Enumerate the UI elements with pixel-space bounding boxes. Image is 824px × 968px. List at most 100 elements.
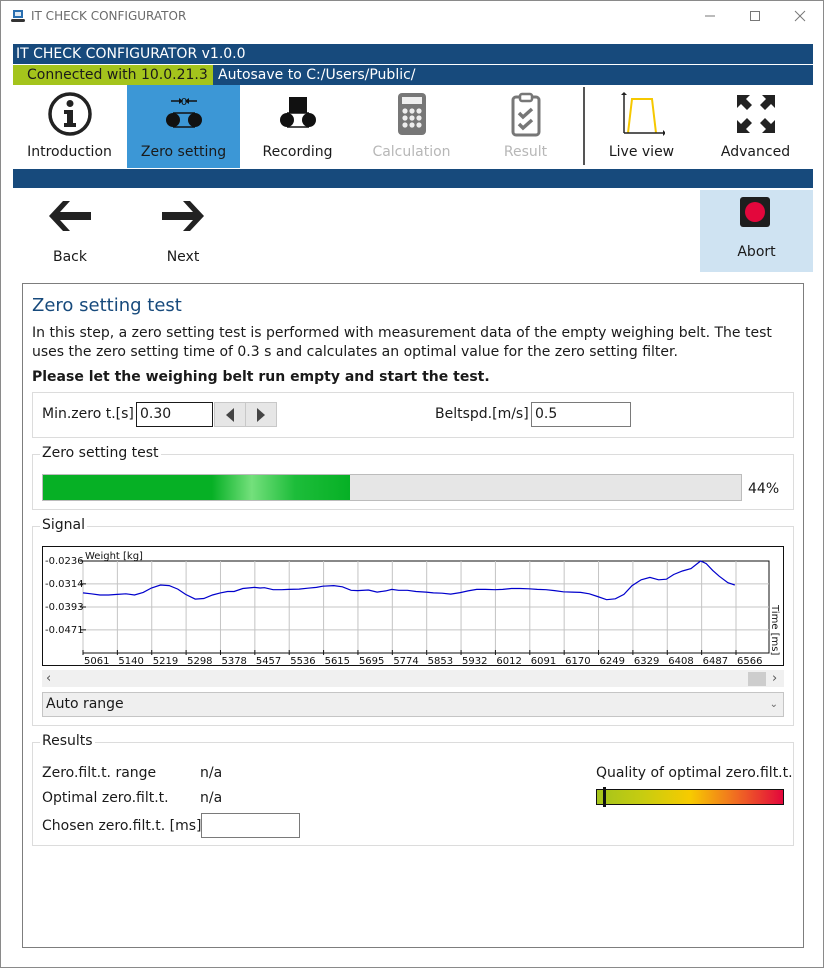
signal-group-title: Signal [40,517,88,533]
connection-status: Connected with 10.0.21.3 [13,65,213,85]
info-icon [47,92,92,136]
parameters-group: Min.zero t.[s] 0.30 Beltspd.[m/s] 0.5 [32,392,794,438]
back-button[interactable]: Back [20,189,120,271]
title-bar: IT CHECK CONFIGURATOR [1,1,823,33]
signal-chart-svg: 5061 5140 5219 5298 5378 5457 5536 5615 5695 5774… [45,551,780,667]
quality-marker [602,787,606,807]
quality-label: Quality of optimal zero.filt.t. [596,765,793,781]
scrollbar-thumb[interactable] [748,672,766,686]
close-button[interactable] [777,1,823,31]
x-tick-label: 5457 [256,656,281,665]
toolbar-underline [13,169,813,188]
x-tick-label: 5774 [393,656,418,665]
window-title: IT CHECK CONFIGURATOR [31,9,187,23]
tab-label: Result [503,144,548,160]
tab-label: Zero setting [140,144,227,160]
x-axis-label: Time [ms] [769,604,780,656]
step-description: In this step, a zero setting test is per… [32,325,772,360]
range-label: Zero.filt.t. range [42,765,157,781]
maximize-icon [750,11,760,21]
y-tick-label: -0.0471 [45,625,84,636]
belt-zero-icon: 0 [165,97,202,128]
decrement-button[interactable] [214,402,246,427]
x-tick-label: 5061 [84,656,109,665]
main-toolbar: Introduction 0 Zero setting Recording Ca… [13,85,813,168]
next-button[interactable]: Next [133,189,233,271]
expand-icon [736,95,775,133]
autosave-path: Autosave to C:/Users/Public/ [218,67,416,83]
maximize-button[interactable] [732,1,778,31]
app-banner: IT CHECK CONFIGURATOR v1.0.0 [13,44,813,64]
progress-fill [43,475,351,500]
tab-label: Introduction [27,144,112,160]
optimal-value: n/a [200,790,223,806]
abort-label: Abort [737,244,776,260]
tab-advanced[interactable]: Advanced [699,85,812,168]
back-label: Back [53,249,87,265]
record-stop-icon [740,197,770,227]
progress-percent: 44% [748,481,780,497]
next-label: Next [166,249,200,265]
scroll-left-icon[interactable]: ‹ [46,670,51,687]
increment-button[interactable] [245,402,277,427]
app-logo-icon [11,10,25,22]
tab-label: Recording [262,144,333,160]
triangle-right-icon [257,407,265,422]
signal-chart: 5061 5140 5219 5298 5378 5457 5536 5615 5695 5774… [42,546,784,667]
tab-calculation[interactable]: Calculation [355,85,468,168]
y-tick-label: -0.0236 [45,556,84,567]
tab-live-view[interactable]: Live view [585,85,698,168]
range-select[interactable]: Auto range ⌄ [42,692,784,717]
tab-label: Advanced [720,144,791,160]
min-zero-input[interactable]: 0.30 [136,402,213,427]
x-tick-label: 5298 [187,656,212,665]
range-select-value: Auto range [46,696,124,712]
arrow-left-icon [49,201,91,231]
tab-label: Live view [608,144,675,160]
chosen-filter-input[interactable] [201,813,300,838]
main-panel: Zero setting test In this step, a zero s… [22,283,804,948]
x-tick-label: 5378 [221,656,246,665]
x-tick-label: 6249 [600,656,625,665]
step-instruction: Please let the weighing belt run empty a… [32,369,490,385]
tab-introduction[interactable]: Introduction [13,85,126,168]
belt-load-icon [279,97,316,128]
range-value: n/a [200,765,223,781]
close-icon [794,10,806,22]
tab-result[interactable]: Result [469,85,582,168]
results-group: Results Zero.filt.t. range n/a Optimal z… [32,733,794,846]
clipboard-check-icon [511,92,540,137]
minimize-button[interactable] [687,1,733,31]
x-tick-label: 6170 [565,656,590,665]
abort-button[interactable]: Abort [700,190,813,272]
svg-text:0: 0 [180,97,186,108]
progress-group-title: Zero setting test [40,445,161,461]
optimal-label: Optimal zero.filt.t. [42,790,169,806]
x-tick-label: 6408 [668,656,693,665]
x-tick-label: 6487 [703,656,728,665]
app-window: IT CHECK CONFIGURATOR IT CHECK CONFIGURA… [0,0,824,968]
scroll-right-icon[interactable]: › [772,670,777,687]
page-title: Zero setting test [32,295,182,316]
live-view-icon [620,92,665,136]
tab-zero-setting[interactable]: 0 Zero setting [127,85,240,168]
chart-scrollbar[interactable]: ‹ › [42,670,784,687]
test-progress-bar [42,474,742,501]
beltspd-input[interactable]: 0.5 [531,402,631,427]
x-tick-label: 5219 [153,656,178,665]
x-tick-label: 5853 [428,656,453,665]
progress-group: Zero setting test 44% [32,445,794,510]
calculator-icon [397,93,426,135]
minimize-icon [705,15,715,17]
y-axis-label: Weight [kg] [85,551,143,562]
x-tick-label: 5140 [118,656,143,665]
x-tick-label: 6566 [737,656,762,665]
x-tick-label: 5695 [359,656,384,665]
chosen-label: Chosen zero.filt.t. [ms] [42,818,202,834]
status-bar: Connected with 10.0.21.3 Autosave to C:/… [13,65,813,85]
tab-recording[interactable]: Recording [241,85,354,168]
x-tick-label: 6091 [531,656,556,665]
x-tick-label: 6012 [496,656,521,665]
arrow-right-icon [162,201,204,231]
tab-label: Calculation [372,144,451,160]
